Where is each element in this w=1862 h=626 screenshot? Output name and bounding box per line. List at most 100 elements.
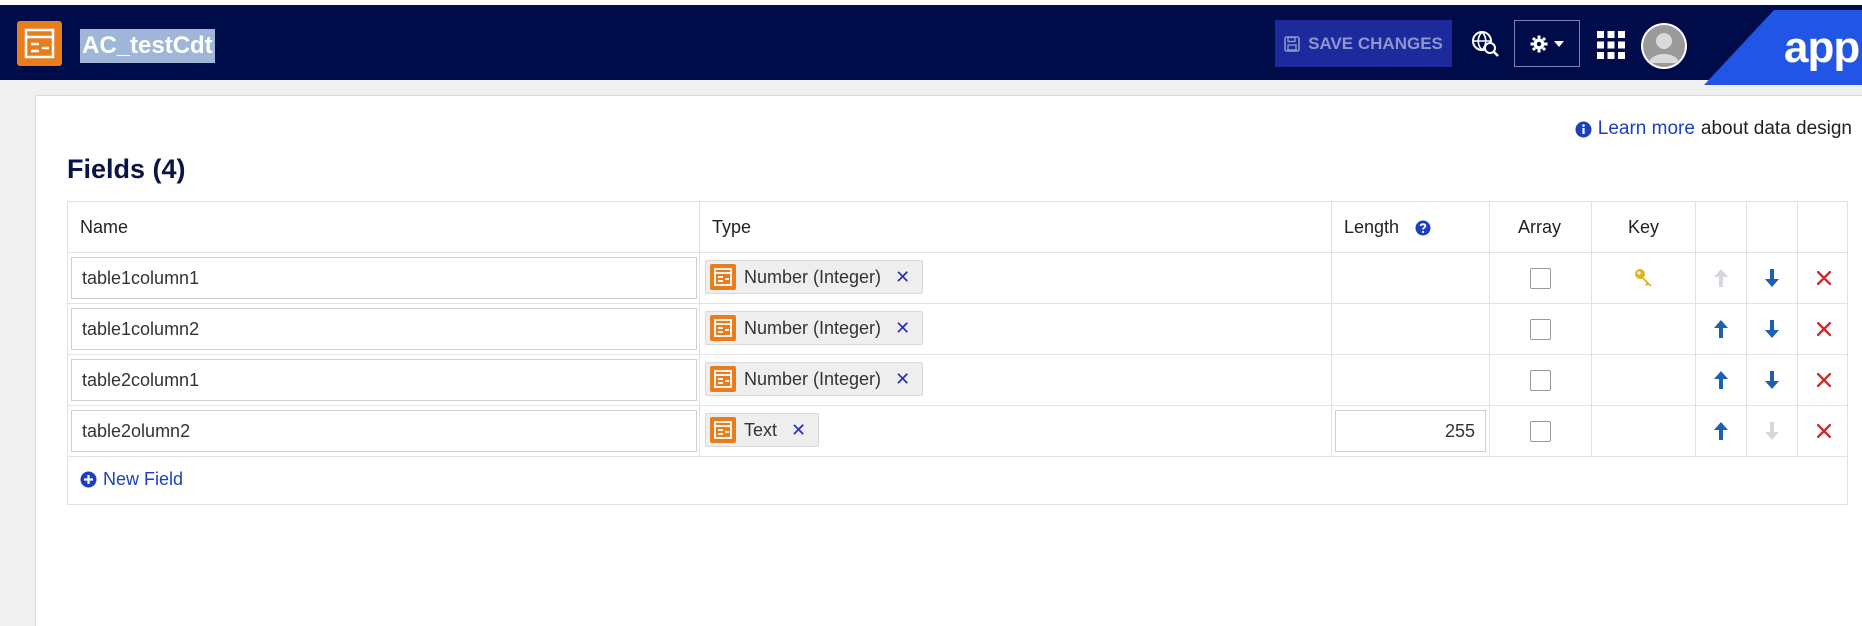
field-length-cell	[1332, 253, 1490, 303]
primary-key-icon[interactable]	[1634, 268, 1654, 288]
column-header-length: Length	[1344, 217, 1400, 237]
field-move-up-cell	[1696, 355, 1747, 405]
learn-more-link[interactable]: Learn more	[1598, 118, 1695, 140]
globe-search-icon[interactable]	[1470, 29, 1500, 64]
data-type-panel: Learn more about data design Fields (4) …	[35, 95, 1862, 626]
header-name-cell: Name	[68, 202, 700, 252]
data-type-icon	[710, 366, 736, 392]
field-length-cell	[1332, 304, 1490, 354]
field-name-input[interactable]	[71, 257, 697, 299]
save-changes-button[interactable]: SAVE CHANGES	[1275, 20, 1452, 67]
field-rows: Number (Integer) ✕	[68, 253, 1847, 457]
floppy-disk-icon	[1284, 35, 1300, 52]
data-type-icon	[710, 315, 736, 341]
app-header: AC_testCdt SAVE CHANGES app	[0, 5, 1862, 85]
learn-more-line: Learn more about data design	[1575, 118, 1852, 140]
field-name-input[interactable]	[71, 359, 697, 401]
header-array-cell: Array	[1490, 202, 1592, 252]
field-array-cell	[1490, 406, 1592, 456]
field-array-cell	[1490, 304, 1592, 354]
field-move-down-cell	[1747, 406, 1798, 456]
header-type-cell: Type	[700, 202, 1332, 252]
column-header-name: Name	[80, 217, 129, 237]
field-name-cell	[68, 406, 700, 456]
new-field-link[interactable]: New Field	[80, 469, 183, 490]
field-key-cell	[1592, 253, 1696, 303]
field-move-down-cell	[1747, 355, 1798, 405]
field-delete-cell	[1798, 304, 1849, 354]
field-key-cell	[1592, 406, 1696, 456]
field-delete-cell	[1798, 406, 1849, 456]
column-header-type: Type	[712, 217, 752, 237]
array-checkbox[interactable]	[1530, 319, 1551, 340]
move-down-arrow-icon[interactable]	[1765, 371, 1779, 389]
field-type-label: Number (Integer)	[744, 368, 882, 389]
field-type-cell: Number (Integer) ✕	[700, 253, 1332, 303]
field-length-input[interactable]	[1335, 410, 1486, 452]
field-move-down-cell	[1747, 304, 1798, 354]
field-move-up-cell	[1696, 406, 1747, 456]
move-down-arrow-icon	[1765, 422, 1779, 440]
field-array-cell	[1490, 253, 1592, 303]
move-up-arrow-icon	[1714, 269, 1728, 287]
column-header-array: Array	[1518, 217, 1562, 237]
field-type-pill[interactable]: Text ✕	[705, 413, 820, 447]
array-checkbox[interactable]	[1530, 268, 1551, 289]
field-name-input[interactable]	[71, 410, 697, 452]
move-down-arrow-icon[interactable]	[1765, 320, 1779, 338]
field-row: Number (Integer) ✕	[68, 355, 1847, 406]
fields-grid: Name Type Length Array Key table1column1…	[67, 201, 1848, 505]
gear-icon	[1530, 35, 1548, 52]
field-type-pill[interactable]: Number (Integer) ✕	[705, 311, 924, 345]
delete-field-icon[interactable]	[1816, 373, 1831, 387]
delete-field-icon[interactable]	[1816, 322, 1831, 336]
remove-type-icon[interactable]: ✕	[895, 318, 910, 339]
learn-more-suffix: about data design	[1700, 118, 1852, 139]
data-type-icon	[17, 21, 62, 66]
info-icon	[1575, 121, 1592, 137]
help-icon[interactable]	[1415, 220, 1431, 236]
field-type-label: Number (Integer)	[744, 266, 882, 287]
user-avatar[interactable]	[1641, 23, 1687, 69]
delete-field-icon[interactable]	[1816, 271, 1831, 285]
delete-field-icon[interactable]	[1816, 424, 1831, 438]
app-grid-icon[interactable]	[1597, 31, 1625, 64]
field-key-cell	[1592, 355, 1696, 405]
header-key-cell: Key	[1592, 202, 1696, 252]
brand-logo: appia	[1704, 10, 1862, 85]
field-name-input[interactable]	[71, 308, 697, 350]
field-type-cell: Number (Integer) ✕	[700, 304, 1332, 354]
grid-header-row: Name Type Length Array Key	[68, 202, 1847, 253]
field-row: Number (Integer) ✕	[68, 304, 1847, 355]
field-row: Number (Integer) ✕	[68, 253, 1847, 304]
move-up-arrow-icon[interactable]	[1714, 320, 1728, 338]
field-delete-cell	[1798, 253, 1849, 303]
move-down-arrow-icon[interactable]	[1765, 269, 1779, 287]
move-up-arrow-icon[interactable]	[1714, 371, 1728, 389]
remove-type-icon[interactable]: ✕	[895, 369, 910, 390]
field-type-cell: Text ✕	[700, 406, 1332, 456]
data-type-icon	[710, 264, 736, 290]
field-name-cell	[68, 253, 700, 303]
caret-down-icon	[1554, 40, 1564, 47]
object-name-title[interactable]: AC_testCdt	[80, 29, 215, 63]
field-type-label: Number (Integer)	[744, 317, 882, 338]
field-type-label: Text	[744, 419, 778, 440]
remove-type-icon[interactable]: ✕	[791, 420, 806, 441]
field-key-cell	[1592, 304, 1696, 354]
move-up-arrow-icon[interactable]	[1714, 422, 1728, 440]
brand-wordmark: appia	[1784, 23, 1862, 72]
array-checkbox[interactable]	[1530, 421, 1551, 442]
field-name-cell	[68, 304, 700, 354]
field-type-pill[interactable]: Number (Integer) ✕	[705, 260, 924, 294]
settings-menu-button[interactable]	[1514, 20, 1580, 67]
field-type-cell: Number (Integer) ✕	[700, 355, 1332, 405]
array-checkbox[interactable]	[1530, 370, 1551, 391]
remove-type-icon[interactable]: ✕	[895, 267, 910, 288]
field-move-up-cell	[1696, 253, 1747, 303]
save-changes-label: SAVE CHANGES	[1308, 33, 1443, 53]
field-type-pill[interactable]: Number (Integer) ✕	[705, 362, 924, 396]
header-length-cell: Length	[1332, 202, 1490, 252]
field-name-cell	[68, 355, 700, 405]
field-move-up-cell	[1696, 304, 1747, 354]
